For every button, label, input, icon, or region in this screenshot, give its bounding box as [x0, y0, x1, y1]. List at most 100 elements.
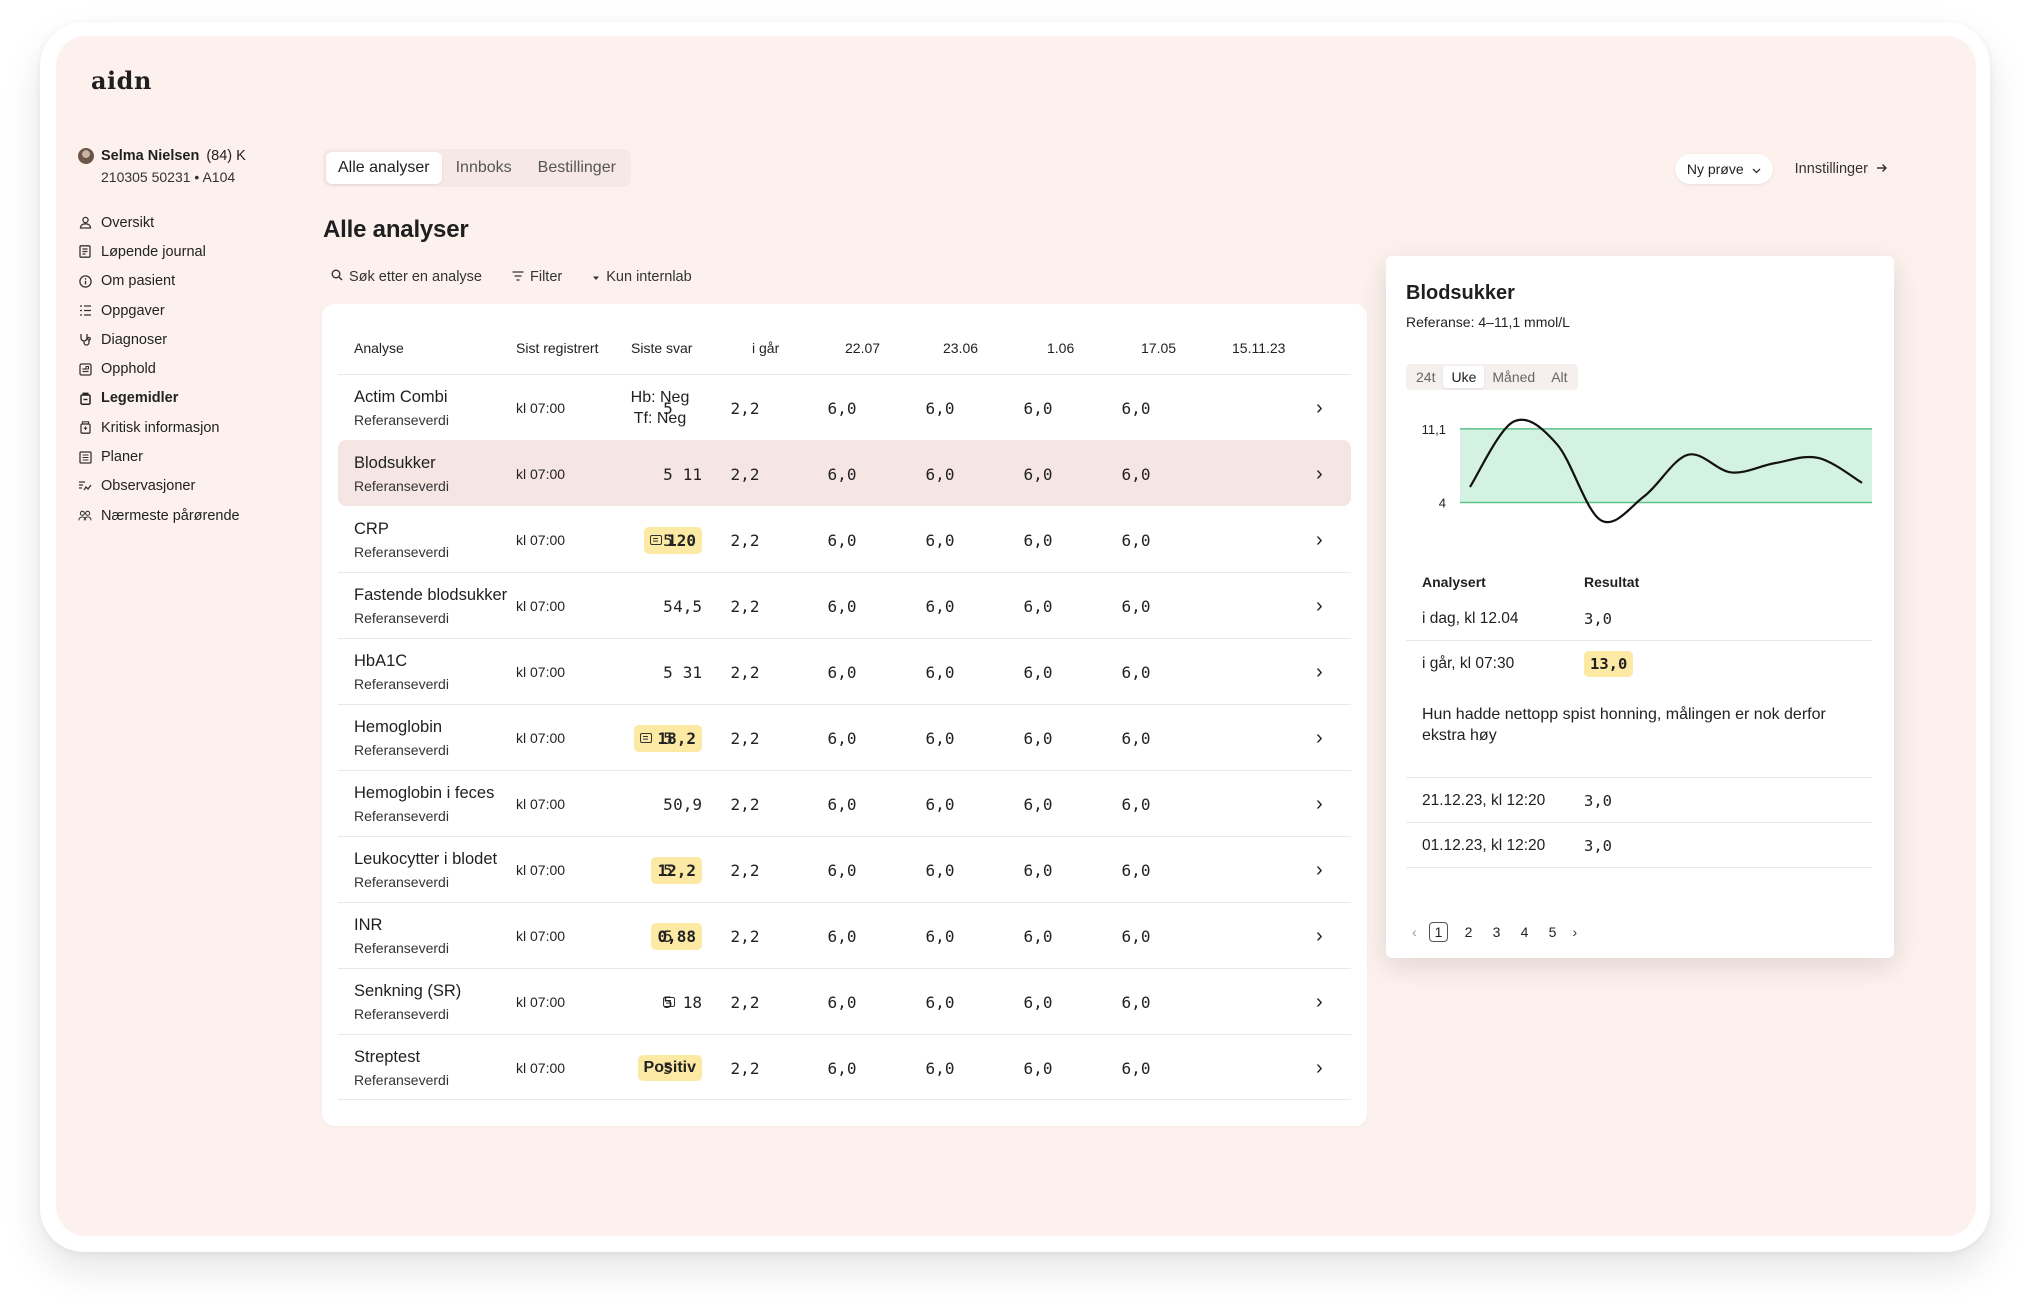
result-value: 6,0	[925, 926, 955, 946]
table-row[interactable]: CRP Referanseverdi kl 07:00 120 5 2,2 6,0…	[338, 506, 1351, 572]
table-row[interactable]: Leukocytter i blodet Referanseverdi kl 07…	[338, 836, 1351, 902]
result-value: 6,0	[1023, 398, 1053, 418]
patient-header[interactable]: Selma Nielsen (84) K 210305 50231 • A104	[78, 148, 246, 185]
reference-label: Referanseverdi	[354, 940, 449, 956]
sidebar-item-observasjoner[interactable]: Observasjoner	[78, 472, 240, 501]
reference-label: Referanseverdi	[354, 478, 449, 494]
sidebar-item-naermeste-parorende[interactable]: Nærmeste pårørende	[78, 501, 240, 530]
page-button-1[interactable]: 1	[1428, 922, 1449, 942]
column-header[interactable]: 15.11.23	[1232, 340, 1285, 356]
search-analysis[interactable]: Søk etter en analyse	[331, 269, 482, 285]
column-header[interactable]: 23.06	[943, 340, 978, 356]
sidebar-item-kritisk-informasjon[interactable]: Kritisk informasjon	[78, 413, 240, 442]
next-page-icon[interactable]: ›	[1572, 924, 1577, 940]
analysis-detail-panel: Blodsukker Referanse: 4–11,1 mmol/L 24t …	[1386, 256, 1894, 958]
sidebar-item-oversikt[interactable]: Oversikt	[78, 208, 240, 237]
filter-button[interactable]: Filter	[512, 269, 562, 285]
range-tab-alt[interactable]: Alt	[1543, 366, 1575, 388]
settings-label: Innstillinger	[1794, 161, 1868, 177]
chevron-right-icon[interactable]: ›	[1316, 1035, 1323, 1101]
table-row[interactable]: HbA1C Referanseverdi kl 07:00 31 5 2,2 6,…	[338, 638, 1351, 704]
result-value: 6,0	[1121, 464, 1151, 484]
chevron-right-icon[interactable]: ›	[1316, 903, 1323, 969]
reference-range: Referanse: 4–11,1 mmol/L	[1406, 314, 1570, 330]
chevron-right-icon[interactable]: ›	[1316, 771, 1323, 837]
analysis-name: Fastende blodsukker	[354, 586, 508, 604]
chevron-right-icon[interactable]: ›	[1316, 705, 1323, 771]
page-button-5[interactable]: 5	[1544, 924, 1560, 940]
result-value: 6,0	[1023, 794, 1053, 814]
table-row[interactable]: INR Referanseverdi kl 07:00 0,88 5 2,2 6,…	[338, 902, 1351, 968]
result-row[interactable]: 21.12.23, kl 12:20 3,0	[1406, 778, 1872, 823]
result-value: 6,0	[1121, 926, 1151, 946]
result-value: 3,0	[1584, 836, 1612, 855]
range-tab-24t[interactable]: 24t	[1408, 366, 1443, 388]
result-value: 6,0	[1121, 992, 1151, 1012]
sidebar-item-oppgaver[interactable]: Oppgaver	[78, 296, 240, 325]
table-row[interactable]: Fastende blodsukker Referanseverdi kl 07:…	[338, 572, 1351, 638]
result-value: 6,0	[1121, 398, 1151, 418]
page-button-2[interactable]: 2	[1460, 924, 1476, 940]
result-value: 6,0	[1121, 728, 1151, 748]
table-row[interactable]: Streptest Referanseverdi kl 07:00 Positiv…	[338, 1034, 1351, 1100]
sidebar-item-label: Om pasient	[101, 273, 176, 290]
page-button-3[interactable]: 3	[1488, 924, 1504, 940]
registered-time: kl 07:00	[516, 664, 566, 680]
chevron-right-icon[interactable]: ›	[1316, 573, 1323, 639]
tab-innboks[interactable]: Innboks	[444, 152, 524, 184]
column-header[interactable]: Siste svar	[631, 340, 692, 356]
sidebar-item-diagnoser[interactable]: Diagnoser	[78, 325, 240, 354]
settings-link[interactable]: Innstillinger	[1795, 161, 1888, 177]
result-value: 5	[663, 992, 673, 1012]
column-header[interactable]: 1.06	[1047, 340, 1074, 356]
registered-time: kl 07:00	[516, 862, 566, 878]
column-header[interactable]: 22.07	[845, 340, 880, 356]
tab-bestillinger[interactable]: Bestillinger	[526, 152, 628, 184]
sidebar-item-opphold[interactable]: Opphold	[78, 354, 240, 383]
column-header[interactable]: Sist registrert	[516, 340, 598, 356]
chevron-right-icon[interactable]: ›	[1316, 969, 1323, 1035]
result-row[interactable]: i går, kl 07:30 13,0	[1406, 641, 1872, 686]
tab-alle-analyser[interactable]: Alle analyser	[326, 152, 442, 184]
chevron-right-icon[interactable]: ›	[1316, 441, 1323, 507]
result-value: 5	[663, 728, 673, 748]
result-value: 2,2	[730, 530, 760, 550]
sidebar-item-lopende-journal[interactable]: Løpende journal	[78, 237, 240, 266]
patient-id: 210305 50231 • A104	[101, 169, 236, 185]
analysis-name: INR	[354, 916, 383, 934]
column-header[interactable]: i går	[752, 340, 779, 356]
result-value: 5	[663, 1058, 673, 1078]
result-value: 6,0	[1023, 530, 1053, 550]
table-row[interactable]: Blodsukker Referanseverdi kl 07:00 11 5 2…	[338, 440, 1351, 506]
prev-page-icon[interactable]: ‹	[1412, 924, 1417, 940]
table-row[interactable]: Hemoglobin Referanseverdi kl 07:00 18,2 5…	[338, 704, 1351, 770]
table-row[interactable]: Actim Combi Referanseverdi kl 07:00 Hb: N…	[338, 374, 1351, 440]
result-value: 6,0	[1121, 662, 1151, 682]
table-row[interactable]: Hemoglobin i feces Referanseverdi kl 07:0…	[338, 770, 1351, 836]
reference-label: Referanseverdi	[354, 808, 449, 824]
result-value: 6,0	[925, 530, 955, 550]
new-sample-button[interactable]: Ny prøve	[1674, 154, 1773, 184]
sidebar-item-label: Opphold	[101, 361, 156, 378]
chevron-right-icon[interactable]: ›	[1316, 375, 1323, 441]
chevron-right-icon[interactable]: ›	[1316, 507, 1323, 573]
result-value: 6,0	[1023, 1058, 1053, 1078]
chevron-right-icon[interactable]: ›	[1316, 639, 1323, 705]
result-row[interactable]: i dag, kl 12.04 3,0	[1406, 596, 1872, 641]
result-row[interactable]: 01.12.23, kl 12:20 3,0	[1406, 823, 1872, 868]
column-header[interactable]: Analyse	[354, 340, 404, 356]
sidebar-item-om-pasient[interactable]: Om pasient	[78, 267, 240, 296]
sidebar-item-legemidler[interactable]: Legemidler	[78, 384, 240, 413]
page-button-4[interactable]: 4	[1516, 924, 1532, 940]
registered-time: kl 07:00	[516, 532, 566, 548]
result-value: 6,0	[827, 860, 857, 880]
result-value: 6,0	[827, 662, 857, 682]
range-tab-maned[interactable]: Måned	[1484, 366, 1543, 388]
table-row[interactable]: Senkning (SR) Referanseverdi kl 07:00 18 …	[338, 968, 1351, 1034]
chevron-right-icon[interactable]: ›	[1316, 837, 1323, 903]
sidebar-item-planer[interactable]: Planer	[78, 442, 240, 471]
internal-lab-toggle[interactable]: Kun internlab	[592, 269, 692, 285]
result-value: 6,0	[925, 860, 955, 880]
column-header[interactable]: 17.05	[1141, 340, 1176, 356]
range-tab-uke[interactable]: Uke	[1443, 366, 1485, 388]
